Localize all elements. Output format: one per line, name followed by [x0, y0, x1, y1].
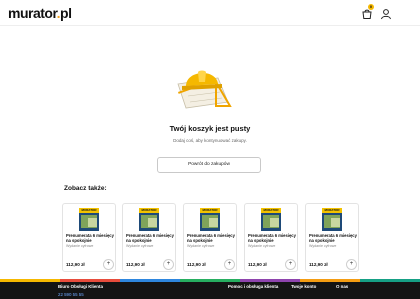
back-to-shopping-button[interactable]: Powrót do zakupów: [157, 157, 261, 173]
add-to-cart-button[interactable]: +: [103, 259, 114, 270]
user-icon: [381, 9, 391, 20]
footer-help-link[interactable]: Pomoc i obsługa klienta: [228, 284, 278, 289]
product-subtitle: Wydanie cyfrowe: [66, 244, 94, 248]
product-price: 112,90 zł: [248, 262, 267, 267]
see-also-heading: Zobacz także:: [64, 185, 107, 192]
product-price: 112,90 zł: [309, 262, 328, 267]
product-price: 112,90 zł: [66, 262, 85, 267]
product-title: Prenumerata 6 miesięcy na spokojnie: [126, 233, 174, 243]
product-card[interactable]: MURATOR Prenumerata 6 miesięcy na spokoj…: [305, 203, 359, 272]
cover-label: MURATOR: [79, 208, 99, 213]
product-subtitle: Wydanie cyfrowe: [248, 244, 276, 248]
cart-button[interactable]: 0: [361, 4, 374, 19]
hard-hat-illustration: [177, 70, 232, 109]
add-to-cart-button[interactable]: +: [163, 259, 174, 270]
product-title: Prenumerata 6 miesięcy na spokojnie: [66, 233, 114, 243]
magazine-cover: MURATOR: [261, 208, 281, 231]
magazine-cover: MURATOR: [79, 208, 99, 231]
logo-main: murator: [8, 5, 57, 21]
product-title: Prenumerata 6 miesięcy na spokojnie: [248, 233, 296, 243]
add-to-cart-button[interactable]: +: [346, 259, 357, 270]
product-card[interactable]: MURATOR Prenumerata 6 miesięcy na spokoj…: [122, 203, 176, 272]
cover-label: MURATOR: [322, 208, 342, 213]
empty-cart-title: Twój koszyk jest pusty: [169, 124, 251, 133]
product-title: Prenumerata 6 miesięcy na spokojnie: [309, 233, 357, 243]
cover-label: MURATOR: [261, 208, 281, 213]
magazine-cover: MURATOR: [322, 208, 342, 231]
account-button[interactable]: [380, 7, 392, 20]
product-card[interactable]: MURATOR Prenumerata 6 miesięcy na spokoj…: [62, 203, 116, 272]
site-footer: Biuro Obsługi Klienta 22 590 55 55 Pomoc…: [0, 282, 420, 299]
footer-about-link[interactable]: O nas: [336, 284, 348, 289]
magazine-cover: MURATOR: [139, 208, 159, 231]
magazine-cover: MURATOR: [200, 208, 220, 231]
footer-phone[interactable]: 22 590 55 55: [58, 292, 84, 297]
empty-cart-subtitle: Dodaj coś, aby kontynuować zakupy.: [173, 138, 247, 143]
product-card[interactable]: MURATOR Prenumerata 6 miesięcy na spokoj…: [244, 203, 298, 272]
site-header: murator.pl 0: [0, 0, 420, 26]
footer-customer-service[interactable]: Biuro Obsługi Klienta: [58, 284, 103, 289]
product-subtitle: Wydanie cyfrowe: [309, 244, 337, 248]
product-title: Prenumerata 6 miesięcy na spokojnie: [187, 233, 235, 243]
cover-label: MURATOR: [200, 208, 220, 213]
product-price: 112,90 zł: [187, 262, 206, 267]
cover-label: MURATOR: [139, 208, 159, 213]
product-subtitle: Wydanie cyfrowe: [187, 244, 215, 248]
logo-tld: pl: [60, 5, 72, 21]
product-subtitle: Wydanie cyfrowe: [126, 244, 154, 248]
cart-count-badge: 0: [368, 4, 374, 10]
site-logo[interactable]: murator.pl: [8, 5, 72, 21]
footer-account-link[interactable]: Twoje konto: [291, 284, 316, 289]
product-card[interactable]: MURATOR Prenumerata 6 miesięcy na spokoj…: [183, 203, 237, 272]
product-price: 112,90 zł: [126, 262, 145, 267]
add-to-cart-button[interactable]: +: [224, 259, 235, 270]
add-to-cart-button[interactable]: +: [285, 259, 296, 270]
